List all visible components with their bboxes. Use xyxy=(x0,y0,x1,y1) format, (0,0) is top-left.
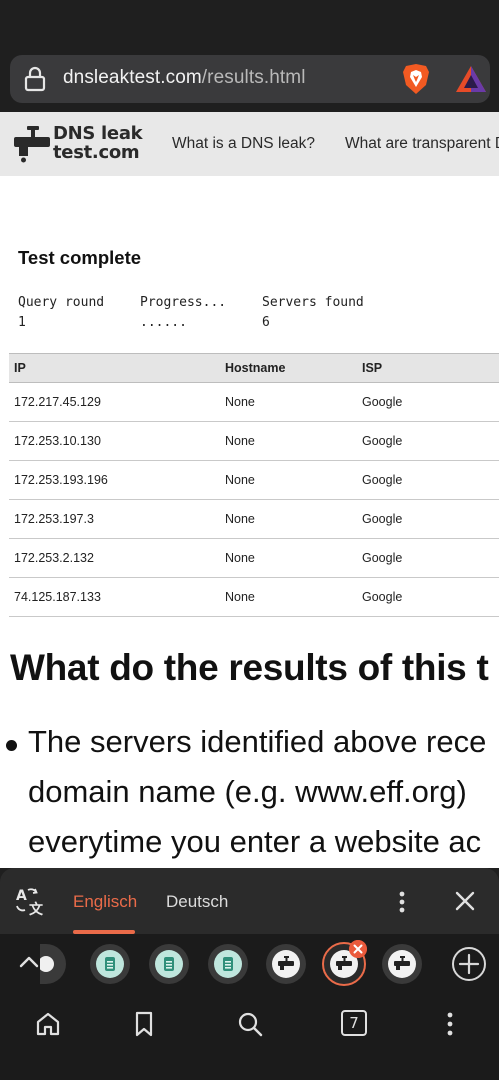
tab-thumbnail[interactable] xyxy=(149,944,189,984)
servers-found-value: 6 xyxy=(262,315,270,330)
tab-favicon xyxy=(40,956,54,972)
tab-thumbnail[interactable] xyxy=(266,944,306,984)
svg-text:文: 文 xyxy=(29,901,44,916)
isp-cell: Google xyxy=(357,577,499,617)
site-header: DNS leak test.com What is a DNS leak? Wh… xyxy=(0,112,499,176)
brave-shields-icon[interactable] xyxy=(401,63,431,95)
logo-line-2: test.com xyxy=(53,142,140,163)
isp-cell: Google xyxy=(357,421,499,461)
close-icon[interactable] xyxy=(454,890,476,912)
query-round-column: Query round 1 xyxy=(18,293,104,333)
ip-cell: 172.253.193.196 xyxy=(9,460,220,500)
document-icon xyxy=(105,957,115,971)
bullet-text-line: domain name (e.g. www.eff.org) xyxy=(28,774,467,809)
table-row: 74.125.187.133 None Google xyxy=(9,577,499,617)
hostname-cell: None xyxy=(220,460,357,500)
isp-cell: Google xyxy=(357,499,499,539)
progress-label: Progress... xyxy=(140,295,227,310)
translate-bar: A 文 Englisch Deutsch xyxy=(0,868,499,934)
ip-cell: 172.253.10.130 xyxy=(9,421,220,461)
isp-cell: Google xyxy=(357,382,499,422)
tab-thumbnail[interactable] xyxy=(90,944,130,984)
table-row: 172.253.193.196 None Google xyxy=(9,460,499,500)
site-logo-text[interactable]: DNS leak test.com xyxy=(53,123,143,163)
hostname-cell: None xyxy=(220,499,357,539)
tab-switcher-button[interactable]: 7 xyxy=(341,1010,367,1036)
chevron-up-icon[interactable] xyxy=(18,951,40,973)
faucet-icon xyxy=(336,956,352,970)
nav-what-is-dns-leak[interactable]: What is a DNS leak? xyxy=(172,135,315,153)
lock-icon[interactable] xyxy=(24,66,46,92)
column-header-isp: ISP xyxy=(357,353,499,383)
table-row: 172.253.197.3 None Google xyxy=(9,499,499,539)
menu-icon[interactable] xyxy=(436,1010,464,1038)
web-page: DNS leak test.com What is a DNS leak? Wh… xyxy=(0,112,499,868)
servers-found-column: Servers found 6 xyxy=(262,293,364,333)
ip-cell: 172.217.45.129 xyxy=(9,382,220,422)
hostname-cell: None xyxy=(220,538,357,578)
faucet-icon xyxy=(278,956,294,970)
query-round-label: Query round xyxy=(18,295,105,310)
url-host: dnsleaktest.com xyxy=(63,67,202,88)
bullet-dot xyxy=(6,740,17,751)
servers-found-label: Servers found xyxy=(262,295,364,310)
search-icon[interactable] xyxy=(236,1010,264,1038)
tab-thumbnail[interactable] xyxy=(208,944,248,984)
column-header-ip: IP xyxy=(9,353,220,383)
tab-favicon xyxy=(272,950,300,978)
ip-cell: 74.125.187.133 xyxy=(9,577,220,617)
logo-line-1: DNS leak xyxy=(53,123,143,144)
isp-cell: Google xyxy=(357,460,499,500)
bullet-text-line: everytime you enter a website ac xyxy=(28,824,482,859)
url-path: /results.html xyxy=(201,67,306,88)
table-header-row: IP Hostname ISP xyxy=(9,353,499,383)
nav-transparent-dns[interactable]: What are transparent D xyxy=(345,135,499,153)
hostname-cell: None xyxy=(220,421,357,461)
tab-thumbnail[interactable] xyxy=(40,944,66,984)
hostname-cell: None xyxy=(220,577,357,617)
add-tab-icon[interactable] xyxy=(451,946,487,982)
faucet-icon xyxy=(394,956,410,970)
tab-source-language[interactable]: Englisch xyxy=(73,892,137,912)
results-table: IP Hostname ISP 172.217.45.129 None Goog… xyxy=(9,353,499,617)
hostname-cell: None xyxy=(220,382,357,422)
column-header-hostname: Hostname xyxy=(220,353,357,383)
ip-cell: 172.253.197.3 xyxy=(9,499,220,539)
document-icon xyxy=(164,957,174,971)
bottom-toolbar: 7 xyxy=(0,994,499,1080)
table-row: 172.253.10.130 None Google xyxy=(9,421,499,461)
tab-favicon xyxy=(214,950,242,978)
test-status-title: Test complete xyxy=(18,247,142,268)
url-text[interactable]: dnsleaktest.com/results.html xyxy=(63,67,306,89)
browser-toolbar: dnsleaktest.com/results.html xyxy=(0,45,499,112)
query-round-value: 1 xyxy=(18,315,26,330)
tab-count: 7 xyxy=(349,1014,359,1032)
tab-strip xyxy=(0,934,499,994)
translate-icon[interactable]: A 文 xyxy=(14,886,46,916)
table-row: 172.253.2.132 None Google xyxy=(9,538,499,578)
faucet-logo-icon[interactable] xyxy=(12,124,52,164)
table-row: 172.217.45.129 None Google xyxy=(9,382,499,422)
svg-text:A: A xyxy=(16,888,27,904)
isp-cell: Google xyxy=(357,538,499,578)
status-bar xyxy=(0,0,499,45)
tab-favicon xyxy=(96,950,124,978)
document-icon xyxy=(223,957,233,971)
tab-favicon xyxy=(155,950,183,978)
tab-target-language[interactable]: Deutsch xyxy=(166,892,228,912)
tab-thumbnail[interactable] xyxy=(382,944,422,984)
tab-favicon xyxy=(388,950,416,978)
progress-value: ...... xyxy=(140,315,187,330)
bullet-text-line: The servers identified above rece xyxy=(28,724,487,759)
address-bar[interactable]: dnsleaktest.com/results.html xyxy=(10,55,490,103)
home-icon[interactable] xyxy=(34,1010,62,1038)
ip-cell: 172.253.2.132 xyxy=(9,538,220,578)
article-heading: What do the results of this t xyxy=(10,647,489,688)
brave-rewards-icon[interactable] xyxy=(455,65,487,93)
bookmark-icon[interactable] xyxy=(130,1010,158,1038)
more-options-icon[interactable] xyxy=(394,890,410,914)
progress-column: Progress......... xyxy=(140,293,226,333)
close-tab-icon[interactable] xyxy=(349,940,367,958)
